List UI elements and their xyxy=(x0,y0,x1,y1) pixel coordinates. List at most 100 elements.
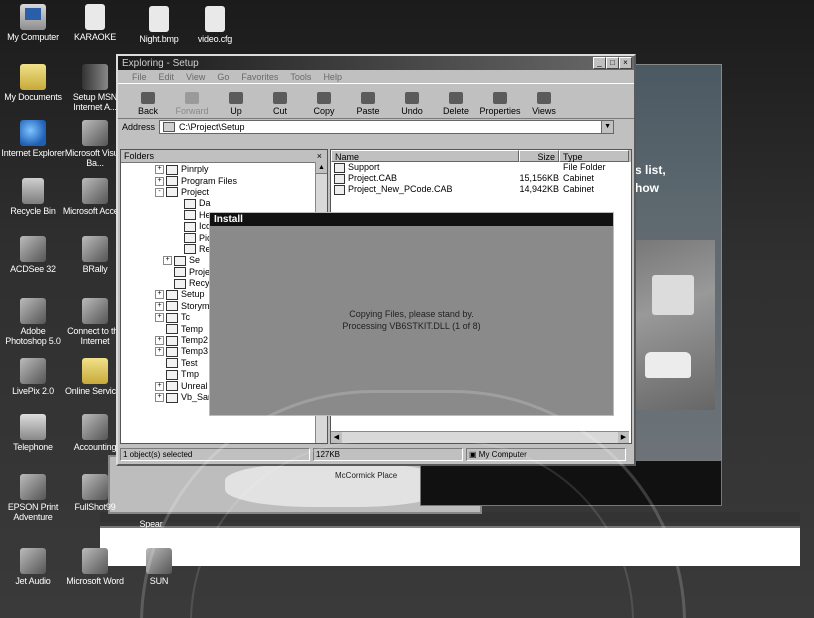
toolbar-button-label: Properties xyxy=(479,106,521,116)
folder-icon xyxy=(166,346,178,357)
config-file-icon xyxy=(205,6,225,32)
menu-item-go[interactable]: Go xyxy=(217,72,229,82)
address-dropdown-button[interactable]: ▼ xyxy=(601,121,614,133)
folder-icon xyxy=(166,187,178,198)
desktop-icon-recycle-bin[interactable]: Recycle Bin xyxy=(0,178,66,216)
paste-button[interactable]: Paste xyxy=(346,92,390,118)
sun-icon xyxy=(146,548,172,574)
truck-image xyxy=(652,275,694,315)
file-type: Cabinet xyxy=(563,173,595,183)
desktop-icon-label: video.cfg xyxy=(197,34,233,44)
tree-item[interactable]: + Program Files xyxy=(121,175,315,187)
map-image: McCormick Place xyxy=(225,463,445,507)
file-size xyxy=(519,162,559,173)
desktop-icon-video-cfg[interactable]: video.cfg xyxy=(182,6,248,44)
desktop-icon-spear[interactable]: Spear xyxy=(126,498,176,529)
desktop-icon-label: Adobe Photoshop 5.0 xyxy=(5,326,61,346)
menu-item-view[interactable]: View xyxy=(186,72,205,82)
copy-button[interactable]: Copy xyxy=(302,92,346,118)
scroll-left-arrow-icon[interactable]: ◀ xyxy=(331,432,342,443)
file-row[interactable]: Support File Folder xyxy=(331,162,631,173)
file-size: 15,156KB xyxy=(519,173,559,183)
undo-icon xyxy=(405,92,419,104)
delete-button[interactable]: Delete xyxy=(434,92,478,118)
desktop-icon-label: My Documents xyxy=(4,92,62,102)
desktop-icon-label: Jet Audio xyxy=(15,576,51,586)
maximize-button[interactable]: □ xyxy=(606,57,619,69)
file-list-horizontal-scrollbar[interactable]: ◀ ▶ xyxy=(331,431,629,443)
forward-icon xyxy=(185,92,199,104)
map-label: McCormick Place xyxy=(335,471,398,480)
column-name[interactable]: Name xyxy=(331,150,519,162)
desktop-icon-photoshop[interactable]: Adobe Photoshop 5.0 xyxy=(0,298,66,346)
address-input[interactable]: C:\Project\Setup ▼ xyxy=(159,120,615,134)
tree-item-label: Test xyxy=(181,357,198,368)
cut-button[interactable]: Cut xyxy=(258,92,302,118)
install-message-line1: Copying Files, please stand by. xyxy=(349,309,474,319)
column-type[interactable]: Type xyxy=(559,150,629,162)
install-dialog-title[interactable]: Install xyxy=(210,213,613,226)
tree-item-label: Unreal xyxy=(181,380,208,391)
toolbar: Back Forward Up Cut Copy Paste Undo Delete Prope… xyxy=(118,83,634,119)
properties-button[interactable]: Properties xyxy=(478,92,522,118)
expand-toggle-icon[interactable]: + xyxy=(155,347,164,357)
close-folders-pane-button[interactable]: × xyxy=(317,150,322,162)
desktop-icon-telephone[interactable]: Telephone xyxy=(0,414,66,452)
tree-item[interactable]: + Pinrply xyxy=(121,164,315,175)
up-button[interactable]: Up xyxy=(214,92,258,118)
views-button[interactable]: Views xyxy=(522,92,566,118)
desktop-icon-my-documents[interactable]: My Documents xyxy=(0,64,66,102)
tree-item-label: Tc xyxy=(181,312,190,323)
poster-road-image xyxy=(630,240,715,410)
column-size[interactable]: Size xyxy=(519,150,559,162)
file-row[interactable]: Project_New_PCode.CAB 14,942KB Cabinet xyxy=(331,184,631,195)
menu-item-file[interactable]: File xyxy=(132,72,147,82)
address-bar: Address C:\Project\Setup ▼ xyxy=(118,119,634,135)
desktop-icon-label: Recycle Bin xyxy=(10,206,56,216)
undo-button[interactable]: Undo xyxy=(390,92,434,118)
tree-item-label: Storym xyxy=(181,300,210,311)
desktop-icon-epson[interactable]: EPSON Print Adventure xyxy=(0,474,66,522)
menu-item-tools[interactable]: Tools xyxy=(290,72,311,82)
scroll-up-arrow-icon[interactable]: ▲ xyxy=(316,162,327,174)
expand-toggle-icon[interactable]: + xyxy=(155,176,164,186)
expand-toggle-icon[interactable]: + xyxy=(155,381,164,391)
desktop-icon-acdsee[interactable]: ACDSee 32 xyxy=(0,236,66,274)
tree-item[interactable]: - Project xyxy=(121,187,315,198)
tree-item-label: Tmp xyxy=(181,369,199,380)
expand-toggle-icon[interactable]: + xyxy=(155,336,164,346)
my-documents-icon xyxy=(20,64,46,90)
tree-item-label: Project xyxy=(181,186,210,197)
tree-item[interactable]: Da xyxy=(121,198,315,209)
desktop-icon-word[interactable]: Microsoft Word xyxy=(62,548,128,586)
toolbar-button-label: Views xyxy=(532,106,556,116)
folder-icon xyxy=(166,358,178,369)
menu-item-favorites[interactable]: Favorites xyxy=(241,72,278,82)
file-row[interactable]: Project.CAB 15,156KB Cabinet xyxy=(331,173,631,184)
explorer-titlebar[interactable]: Exploring - Setup _ □ × xyxy=(118,56,634,70)
expand-toggle-icon[interactable]: + xyxy=(155,313,164,323)
desktop-icon-my-computer[interactable]: My Computer xyxy=(0,4,66,42)
expand-toggle-icon[interactable]: + xyxy=(155,290,164,300)
desktop-icon-jet-audio[interactable]: Jet Audio xyxy=(0,548,66,586)
menu-item-help[interactable]: Help xyxy=(323,72,342,82)
expand-toggle-icon[interactable]: + xyxy=(163,256,172,266)
desktop-icon-karaoke-file[interactable]: KARAOKE xyxy=(62,4,128,42)
desktop-icon-internet-explorer[interactable]: Internet Explorer xyxy=(0,120,66,158)
desktop-icon-fullshot[interactable]: FullShot99 xyxy=(62,474,128,512)
minimize-button[interactable]: _ xyxy=(593,57,606,69)
accounting-icon xyxy=(82,414,108,440)
background-window-dark xyxy=(420,460,722,506)
expand-toggle-icon[interactable]: + xyxy=(155,393,164,402)
forward-button[interactable]: Forward xyxy=(170,92,214,118)
close-button[interactable]: × xyxy=(619,57,632,69)
expand-toggle-icon[interactable]: - xyxy=(155,187,164,197)
back-button[interactable]: Back xyxy=(126,92,170,118)
scroll-right-arrow-icon[interactable]: ▶ xyxy=(618,432,629,443)
desktop-icon-sun[interactable]: SUN xyxy=(126,548,192,586)
install-dialog: Install Copying Files, please stand by. … xyxy=(209,212,614,416)
menu-item-edit[interactable]: Edit xyxy=(159,72,175,82)
expand-toggle-icon[interactable]: + xyxy=(155,165,164,175)
expand-toggle-icon[interactable]: + xyxy=(155,301,164,311)
desktop-icon-livepix[interactable]: LivePix 2.0 xyxy=(0,358,66,396)
